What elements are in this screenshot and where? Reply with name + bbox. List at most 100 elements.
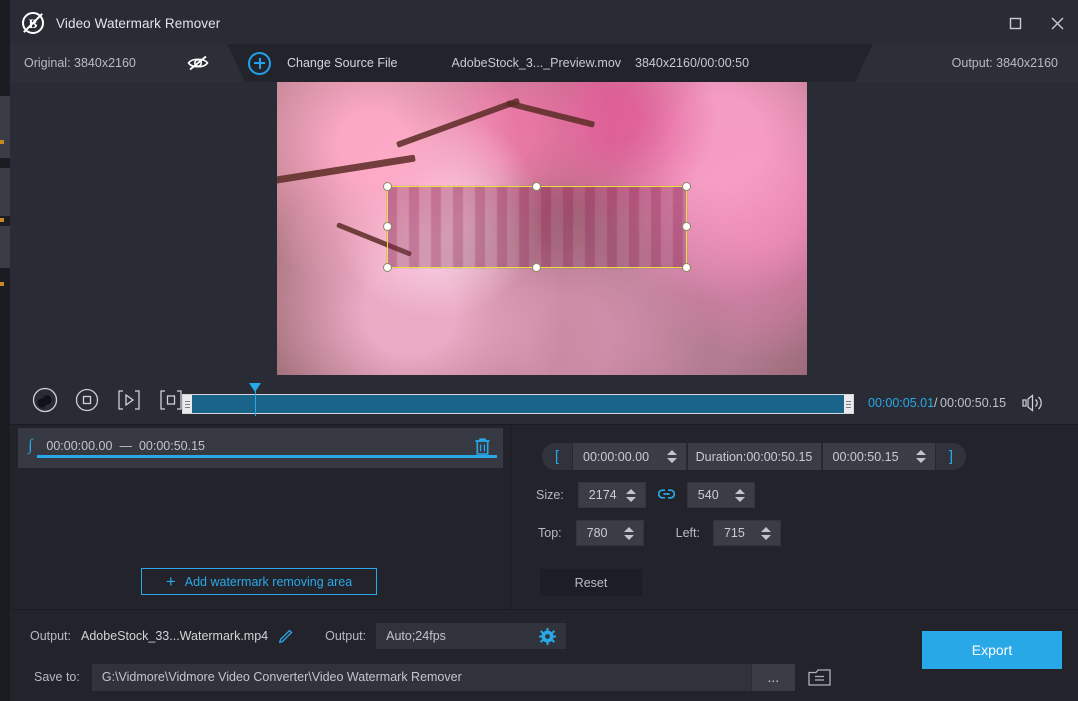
- bracket-open-icon[interactable]: [: [542, 448, 572, 465]
- duration-field: Duration:00:00:50.15: [686, 443, 822, 470]
- timeline-left-grip[interactable]: [183, 395, 192, 413]
- decor-branch: [277, 154, 416, 185]
- output-info-tab: Output: 3840x2160: [855, 44, 1078, 82]
- size-height-field[interactable]: 540: [686, 482, 755, 508]
- current-time-label: 00:00:05.01: [868, 396, 935, 410]
- output-format-label: Output:: [325, 629, 367, 643]
- resize-handle-top-left[interactable]: [383, 182, 392, 191]
- watermark-item-progress: [37, 455, 497, 458]
- output-format-field[interactable]: Auto;24fps: [376, 623, 567, 649]
- size-height-value: 540: [697, 488, 719, 502]
- size-height-stepper[interactable]: [734, 488, 745, 502]
- timeline-playhead[interactable]: [249, 383, 261, 416]
- size-label: Size:: [536, 488, 564, 502]
- top-field[interactable]: 780: [575, 520, 644, 546]
- source-bar: Original: 3840x2160 Change Source File A…: [10, 44, 1078, 82]
- timeline-right-grip[interactable]: [844, 395, 853, 413]
- change-source-file-button[interactable]: Change Source File: [287, 56, 397, 70]
- title-bar: B Video Watermark Remover: [10, 4, 1078, 42]
- window-controls: [994, 4, 1078, 42]
- time-separator: /: [934, 396, 938, 410]
- resize-handle-top-center[interactable]: [532, 182, 541, 191]
- end-time-field[interactable]: 00:00:50.15: [821, 443, 936, 470]
- output-file-name: AdobeStock_33...Watermark.mp4: [81, 629, 269, 643]
- play-pause-icon[interactable]: [30, 385, 60, 415]
- pencil-icon[interactable]: [278, 629, 293, 644]
- resize-handle-bottom-left[interactable]: [383, 263, 392, 272]
- save-to-label: Save to:: [34, 670, 80, 684]
- stop-icon[interactable]: [72, 385, 102, 415]
- plus-circle-icon[interactable]: [248, 51, 271, 75]
- left-label: Left:: [675, 526, 700, 540]
- app-window: B Video Watermark Remover Original: 3840…: [0, 0, 1078, 701]
- size-row: Size: 2174 540: [536, 482, 755, 508]
- left-value: 715: [723, 526, 745, 540]
- size-width-field[interactable]: 2174: [577, 482, 646, 508]
- folder-icon[interactable]: [807, 667, 832, 688]
- set-start-icon[interactable]: [114, 385, 144, 415]
- left-field[interactable]: 715: [712, 520, 781, 546]
- watermark-area-item[interactable]: ∫ 00:00:00.00 — 00:00:50.15: [18, 428, 503, 468]
- decor-branch: [395, 97, 521, 148]
- resize-handle-top-right[interactable]: [682, 182, 691, 191]
- source-file-group: Change Source File AdobeStock_3..._Previ…: [248, 44, 749, 82]
- top-value: 780: [586, 526, 608, 540]
- position-row: Top: 780 Left: 715: [538, 520, 781, 546]
- total-time-label: 00:00:50.15: [940, 396, 1007, 410]
- output-file-row: Output: AdobeStock_33...Watermark.mp4 Ou…: [30, 623, 567, 649]
- resize-handle-bottom-right[interactable]: [682, 263, 691, 272]
- save-location-row: Save to: G:\Vidmore\Vidmore Video Conver…: [34, 663, 832, 691]
- link-icon[interactable]: [657, 488, 676, 503]
- source-file-name: AdobeStock_3..._Preview.mov: [451, 56, 622, 70]
- size-width-value: 2174: [588, 488, 617, 502]
- watermark-icon: ∫: [28, 437, 33, 454]
- original-resolution-label: Original: 3840x2160: [24, 56, 136, 70]
- plus-icon: +: [165, 572, 176, 591]
- output-file-label: Output:: [30, 629, 71, 643]
- browse-button[interactable]: ...: [750, 663, 795, 691]
- bracket-close-icon[interactable]: ]: [936, 448, 966, 465]
- background-window-strip: [0, 0, 10, 701]
- end-time-stepper[interactable]: [916, 450, 926, 463]
- bottom-bar: Output: AdobeStock_33...Watermark.mp4 Ou…: [10, 610, 1078, 701]
- watermark-end-time: 00:00:50.15: [138, 439, 205, 453]
- volume-icon[interactable]: [1022, 394, 1044, 417]
- output-resolution-label: Output: 3840x2160: [951, 56, 1058, 70]
- start-time-stepper[interactable]: [666, 450, 677, 463]
- save-path-value: G:\Vidmore\Vidmore Video Converter\Video…: [101, 670, 462, 684]
- output-format-value: Auto;24fps: [386, 629, 446, 643]
- watermark-start-time: 00:00:00.00: [46, 439, 113, 453]
- eye-off-icon[interactable]: [187, 55, 209, 71]
- left-stepper[interactable]: [760, 526, 771, 540]
- start-time-value: 00:00:00.00: [583, 449, 650, 464]
- start-time-field[interactable]: 00:00:00.00: [572, 443, 687, 470]
- watermark-selection-box[interactable]: [383, 182, 691, 272]
- app-logo-icon: B: [22, 12, 44, 34]
- add-watermark-area-button[interactable]: + Add watermark removing area: [141, 568, 377, 595]
- add-watermark-area-label: Add watermark removing area: [184, 574, 353, 589]
- size-width-stepper[interactable]: [625, 488, 636, 502]
- top-stepper[interactable]: [623, 526, 634, 540]
- resize-handle-bottom-center[interactable]: [532, 263, 541, 272]
- source-file-meta: 3840x2160/00:00:50: [635, 56, 750, 70]
- gear-icon[interactable]: [539, 627, 557, 645]
- end-time-value: 00:00:50.15: [832, 449, 899, 464]
- video-frame[interactable]: [277, 82, 807, 375]
- close-icon[interactable]: [1036, 4, 1078, 42]
- reset-button[interactable]: Reset: [540, 569, 642, 596]
- original-info-tab: Original: 3840x2160: [10, 44, 245, 82]
- window-title: Video Watermark Remover: [56, 15, 221, 31]
- decor-branch: [506, 100, 596, 128]
- export-button[interactable]: Export: [922, 631, 1062, 669]
- duration-label: Duration:00:00:50.15: [695, 449, 813, 464]
- watermark-time-dash: —: [119, 439, 132, 453]
- time-range-control: [ 00:00:00.00 Duration:00:00:50.15 00:00…: [542, 443, 966, 470]
- video-preview-area: [10, 82, 1078, 375]
- timeline-track[interactable]: [182, 394, 854, 414]
- save-path-field[interactable]: G:\Vidmore\Vidmore Video Converter\Video…: [91, 663, 751, 691]
- resize-handle-middle-right[interactable]: [682, 222, 691, 231]
- timeline-fill[interactable]: [192, 395, 844, 413]
- top-label: Top:: [538, 526, 562, 540]
- resize-handle-middle-left[interactable]: [383, 222, 392, 231]
- maximize-icon[interactable]: [994, 4, 1036, 42]
